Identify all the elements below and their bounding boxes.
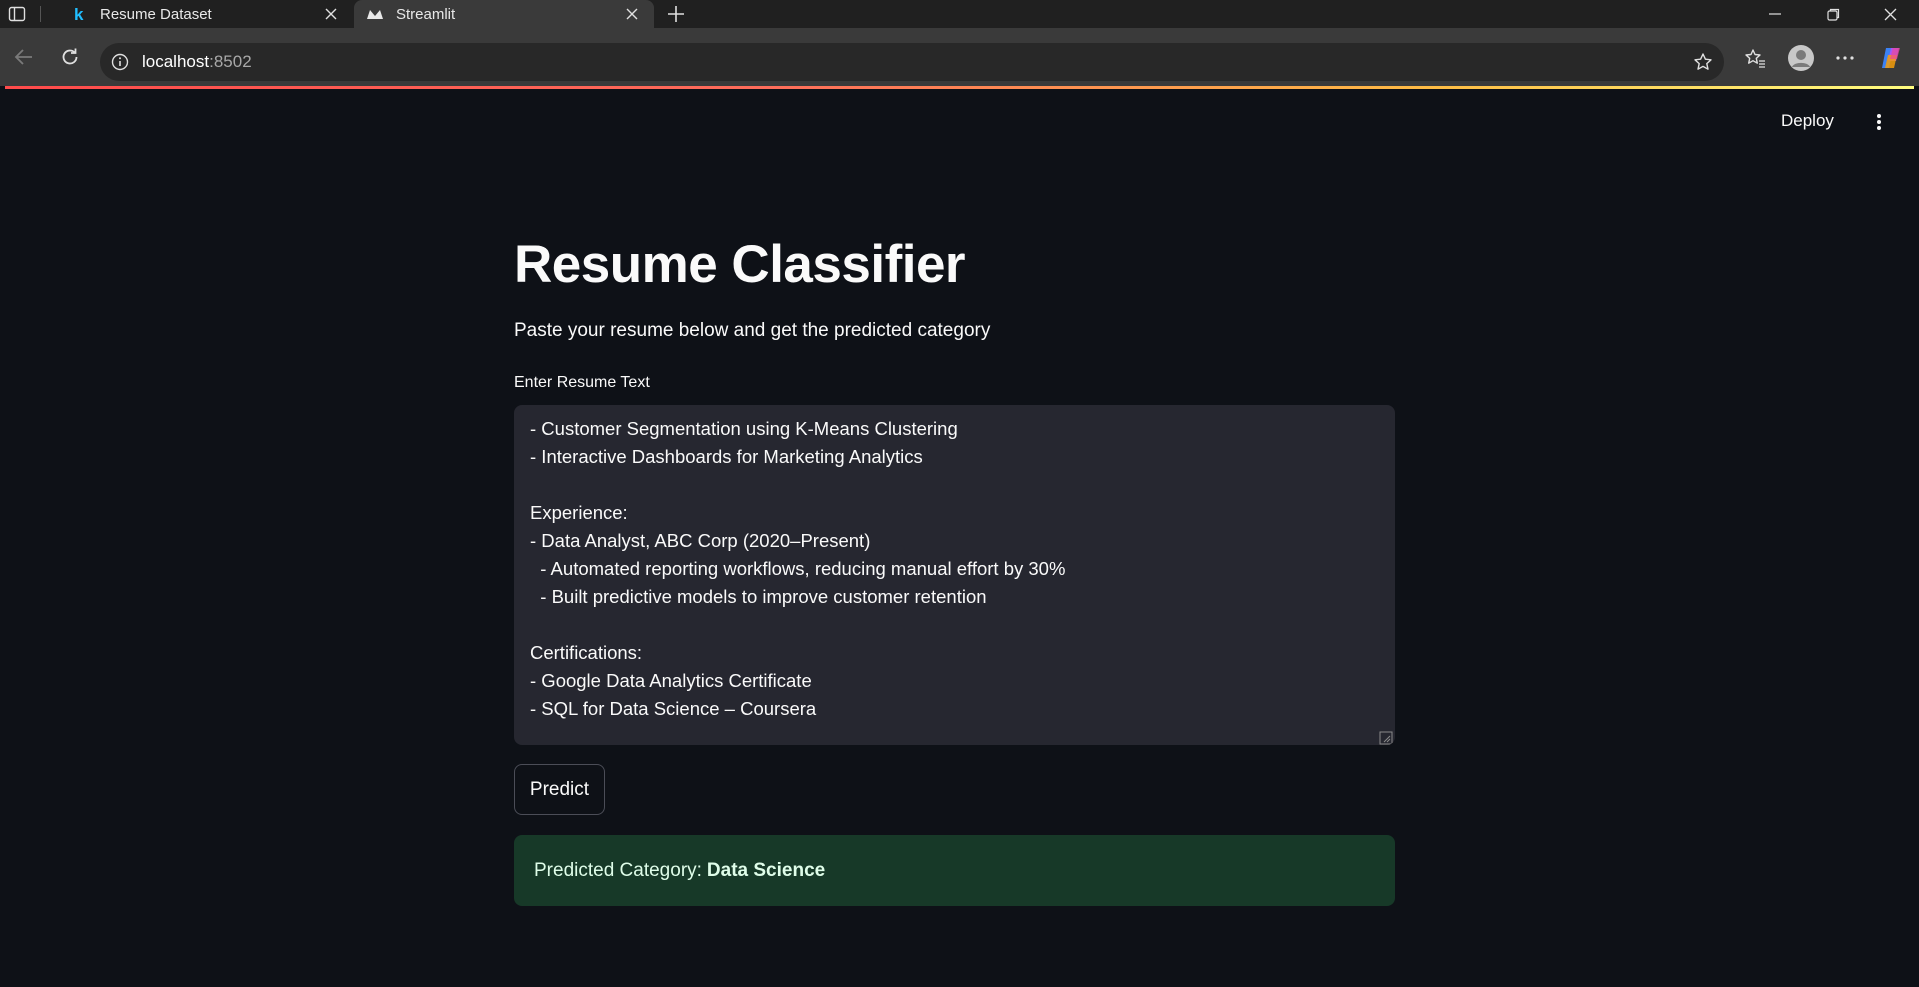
minimize-icon[interactable] <box>1752 0 1798 28</box>
resume-text-line: - SQL for Data Science – Coursera <box>530 698 817 719</box>
browser-tab-strip: k Resume Dataset Streamlit <box>0 0 1919 28</box>
site-info-icon[interactable] <box>110 52 130 72</box>
streamlit-app: Deploy Resume Classifier Paste your resu… <box>5 89 1914 987</box>
tab-actions-icon[interactable] <box>8 5 26 23</box>
close-tab-icon[interactable] <box>321 4 341 24</box>
resume-text-line: - Google Data Analytics Certificate <box>530 670 812 691</box>
close-tab-icon[interactable] <box>622 4 642 24</box>
deploy-button[interactable]: Deploy <box>1781 111 1834 131</box>
tab-resume-dataset[interactable]: k Resume Dataset <box>58 0 353 28</box>
browser-toolbar: localhost:8502 <box>0 28 1919 86</box>
resume-text-line: - Interactive Dashboards for Marketing A… <box>530 446 923 467</box>
tab-title: Resume Dataset <box>100 5 212 23</box>
resume-text-line <box>530 471 1379 499</box>
page-subtitle: Paste your resume below and get the pred… <box>514 320 991 341</box>
close-window-icon[interactable] <box>1867 0 1913 28</box>
result-prefix: Predicted Category: <box>534 859 702 881</box>
tab-separator <box>40 6 41 22</box>
resume-text-line: Certifications: <box>530 642 643 663</box>
resume-text-line <box>530 611 1379 639</box>
tab-actions <box>8 0 58 28</box>
profile-avatar-icon[interactable] <box>1785 42 1817 74</box>
prediction-success-alert: Predicted Category: Data Science <box>514 835 1395 906</box>
resume-text-line: Experience: <box>530 502 628 523</box>
restore-icon[interactable] <box>1810 0 1856 28</box>
kaggle-k-icon: k <box>70 5 88 23</box>
url-text: localhost:8502 <box>142 52 252 72</box>
new-tab-plus-icon[interactable] <box>664 2 688 26</box>
favorite-star-icon[interactable] <box>1692 51 1714 73</box>
resume-text-area[interactable]: - Customer Segmentation using K-Means Cl… <box>514 405 1395 745</box>
resume-text-content: - Customer Segmentation using K-Means Cl… <box>530 415 1379 723</box>
url-host: localhost <box>142 52 210 71</box>
resume-text-line: - Automated reporting workflows, reducin… <box>530 558 1066 579</box>
address-bar[interactable]: localhost:8502 <box>100 43 1724 81</box>
svg-text:k: k <box>74 5 84 23</box>
resume-text-line: - Built predictive models to improve cus… <box>530 586 987 607</box>
page-title: Resume Classifier <box>514 235 966 294</box>
predict-button[interactable]: Predict <box>514 764 605 815</box>
resume-text-line: - Data Analyst, ABC Corp (2020–Present) <box>530 530 871 551</box>
tab-title: Streamlit <box>396 5 456 23</box>
predicted-category: Data Science <box>706 859 826 881</box>
reload-icon[interactable] <box>54 41 86 73</box>
favorites-icon[interactable] <box>1739 42 1771 74</box>
url-port: :8502 <box>209 52 252 71</box>
resume-text-line: - Customer Segmentation using K-Means Cl… <box>530 418 958 439</box>
tab-streamlit[interactable]: Streamlit <box>354 0 654 28</box>
copilot-icon[interactable] <box>1875 42 1907 74</box>
resize-handle-icon[interactable] <box>1379 731 1393 745</box>
resume-input-label: Enter Resume Text <box>514 374 650 391</box>
streamlit-crown-icon <box>366 5 384 23</box>
more-options-icon[interactable] <box>1829 42 1861 74</box>
back-arrow-icon[interactable] <box>8 41 40 73</box>
main-menu-icon[interactable] <box>1867 110 1891 134</box>
